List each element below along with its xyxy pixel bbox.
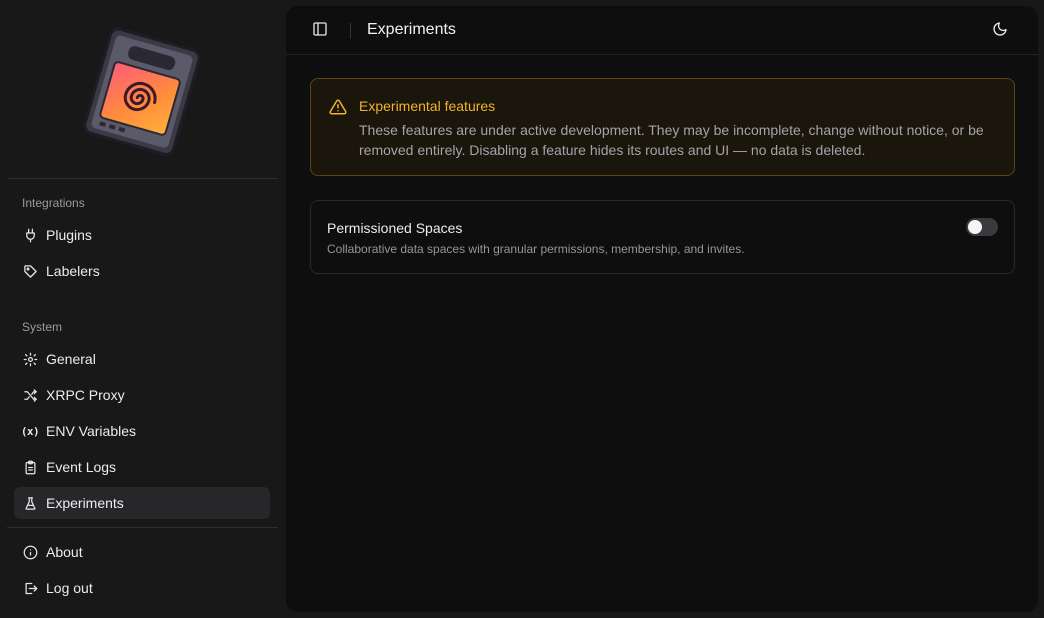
sidebar-item-label: Event Logs bbox=[46, 459, 117, 475]
group-label-system: System bbox=[22, 320, 63, 334]
sidebar-item-plugins[interactable]: Plugins bbox=[14, 219, 270, 251]
gear-icon bbox=[22, 351, 38, 367]
logout-icon bbox=[22, 580, 38, 596]
feature-title: Permissioned Spaces bbox=[327, 220, 463, 236]
sidebar-item-label: Plugins bbox=[46, 227, 92, 243]
shuffle-icon bbox=[22, 387, 38, 403]
group-label-integrations: Integrations bbox=[22, 196, 85, 210]
sidebar-divider-top bbox=[7, 178, 278, 179]
sidebar-item-env-variables[interactable]: (x) ENV Variables bbox=[14, 415, 270, 447]
sidebar-item-label: XRPC Proxy bbox=[46, 387, 125, 403]
sidebar-divider-bottom bbox=[7, 527, 278, 528]
sidebar-item-label: General bbox=[46, 351, 96, 367]
sidebar: Integrations Plugins Labelers System Gen… bbox=[0, 0, 286, 618]
feature-card: Permissioned Spaces Collaborative data s… bbox=[310, 200, 1015, 274]
clipboard-icon bbox=[22, 459, 38, 475]
theme-toggle-button[interactable] bbox=[990, 21, 1010, 41]
sidebar-item-general[interactable]: General bbox=[14, 343, 270, 375]
alert-title: Experimental features bbox=[359, 98, 496, 114]
sidebar-item-label: Log out bbox=[46, 580, 93, 596]
sidebar-toggle-button[interactable] bbox=[310, 21, 330, 41]
panel-left-icon bbox=[312, 21, 328, 42]
top-bar: Experiments bbox=[286, 6, 1038, 55]
flask-icon bbox=[22, 495, 38, 511]
sidebar-item-event-logs[interactable]: Event Logs bbox=[14, 451, 270, 483]
variable-glyph: (x) bbox=[20, 424, 40, 438]
app-logo bbox=[80, 26, 206, 158]
sidebar-item-label: About bbox=[46, 544, 83, 560]
alert-body: These features are under active developm… bbox=[359, 122, 984, 158]
info-icon bbox=[22, 544, 38, 560]
feature-description: Collaborative data spaces with granular … bbox=[327, 242, 745, 256]
experimental-warning-alert: Experimental features These features are… bbox=[310, 78, 1015, 176]
feature-toggle-switch[interactable] bbox=[966, 218, 998, 236]
variable-icon: (x) bbox=[20, 423, 40, 439]
tag-icon bbox=[22, 263, 38, 279]
moon-icon bbox=[992, 21, 1008, 42]
sidebar-item-about[interactable]: About bbox=[14, 536, 270, 568]
sidebar-item-label: Labelers bbox=[46, 263, 100, 279]
sidebar-item-logout[interactable]: Log out bbox=[14, 572, 270, 604]
main-panel: Experiments Experimental features These … bbox=[286, 6, 1038, 612]
sidebar-item-experiments[interactable]: Experiments bbox=[14, 487, 270, 519]
sidebar-item-labelers[interactable]: Labelers bbox=[14, 255, 270, 287]
sidebar-item-label: ENV Variables bbox=[46, 423, 137, 439]
page-title: Experiments bbox=[367, 21, 456, 38]
sidebar-item-label: Experiments bbox=[46, 495, 124, 511]
header-separator bbox=[350, 23, 351, 39]
switch-knob bbox=[968, 220, 982, 234]
sidebar-item-xrpc-proxy[interactable]: XRPC Proxy bbox=[14, 379, 270, 411]
plug-icon bbox=[22, 227, 38, 243]
warning-icon bbox=[329, 98, 347, 116]
